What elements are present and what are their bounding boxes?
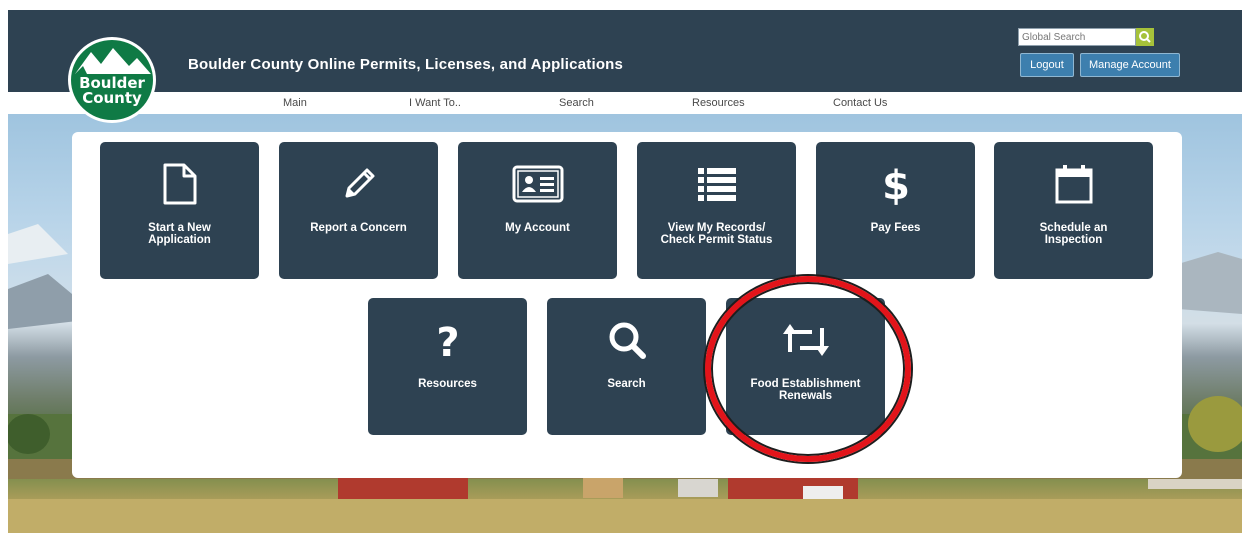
question-icon: ? [436, 320, 459, 362]
tile-schedule-inspection[interactable]: Schedule an Inspection [994, 142, 1153, 279]
manage-account-button[interactable]: Manage Account [1080, 53, 1180, 77]
tile-label-line1: Start a New [148, 222, 211, 234]
tile-label-line1: Food Establishment [750, 378, 861, 390]
renew-icon [782, 324, 829, 356]
nav-contact-us[interactable]: Contact Us [833, 97, 887, 109]
tile-label-line1: Report a Concern [310, 222, 407, 234]
tile-label-line1: Schedule an [1039, 222, 1108, 234]
tile-food-establishment-renewals[interactable]: Food Establishment Renewals [726, 298, 885, 435]
nav-search[interactable]: Search [559, 97, 594, 109]
svg-text:$: $ [882, 163, 910, 207]
tile-pay-fees[interactable]: $ Pay Fees [816, 142, 975, 279]
nav-resources[interactable]: Resources [692, 97, 745, 109]
search-button[interactable] [1136, 28, 1154, 46]
logo-line2: County [82, 89, 142, 107]
global-search-input[interactable] [1018, 28, 1136, 46]
tile-label-line1: Pay Fees [870, 222, 921, 234]
main-nav: Main I Want To.. Search Resources Contac… [0, 92, 1244, 114]
nav-main[interactable]: Main [283, 97, 307, 109]
tile-search[interactable]: Search [547, 298, 706, 435]
nav-i-want-to[interactable]: I Want To.. [409, 97, 461, 109]
pencil-icon [345, 168, 374, 198]
tile-start-new-application[interactable]: Start a New Application [100, 142, 259, 279]
tile-label-line2: Check Permit Status [660, 234, 773, 246]
list-icon [697, 168, 736, 201]
dollar-icon: $ [882, 163, 910, 207]
tile-label-line2: Renewals [778, 390, 833, 402]
id-card-icon [512, 165, 563, 203]
magnifier-icon [609, 322, 646, 359]
tile-label-line2: Inspection [1044, 234, 1103, 246]
search-icon [1139, 31, 1151, 43]
tile-label-line1: Search [607, 378, 646, 390]
tile-label-line1: Resources [418, 378, 477, 390]
tile-resources[interactable]: ? Resources [368, 298, 527, 435]
tile-label-line2: Application [148, 234, 211, 246]
tile-view-records[interactable]: View My Records/ Check Permit Status [637, 142, 796, 279]
logout-button[interactable]: Logout [1020, 53, 1074, 77]
tile-report-concern[interactable]: Report a Concern [279, 142, 438, 279]
tile-my-account[interactable]: My Account [458, 142, 617, 279]
page-title: Boulder County Online Permits, Licenses,… [188, 56, 624, 73]
calendar-icon [1055, 165, 1092, 204]
document-icon [163, 163, 196, 205]
tile-label-line1: My Account [505, 222, 570, 234]
boulder-county-logo[interactable]: Boulder County [68, 37, 156, 123]
svg-text:?: ? [436, 320, 459, 362]
site-header [8, 10, 1242, 92]
tile-label-line1: View My Records/ [667, 222, 766, 234]
